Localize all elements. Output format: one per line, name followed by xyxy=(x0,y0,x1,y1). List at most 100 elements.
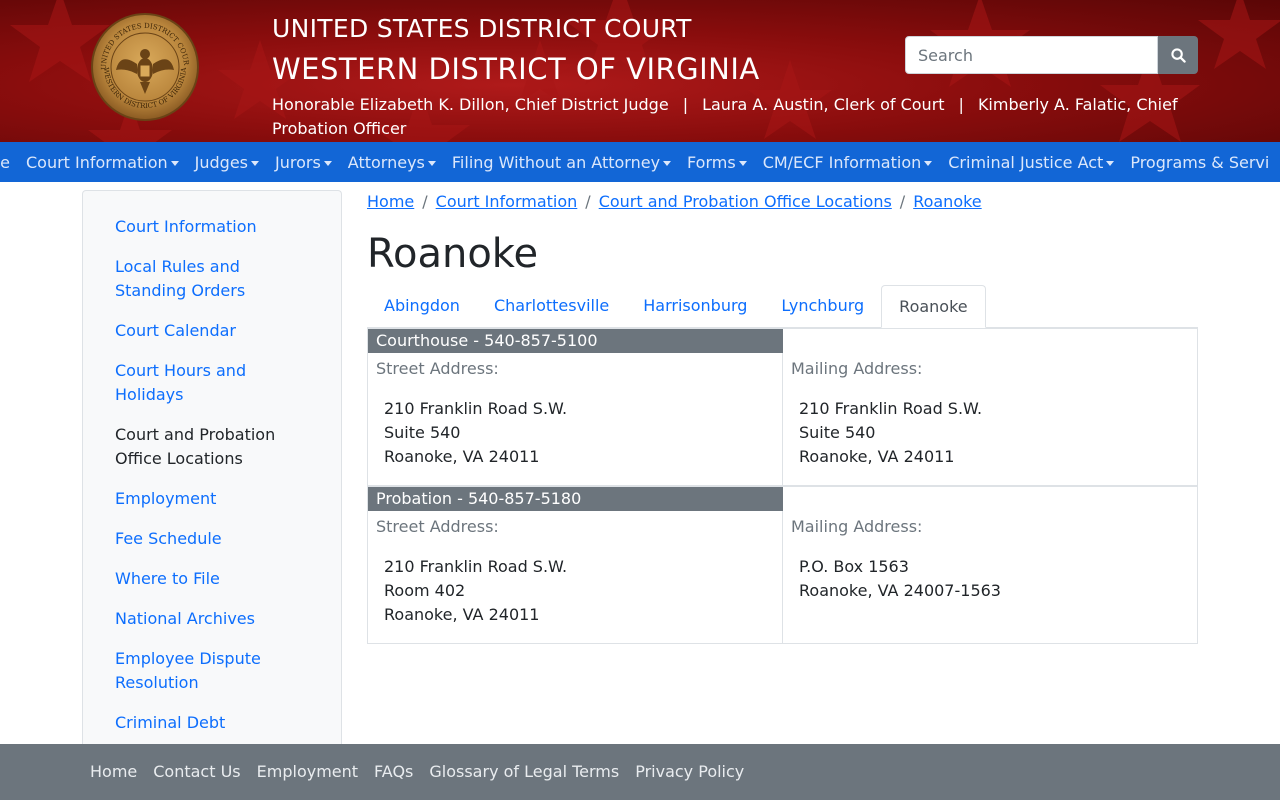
district-name: WESTERN DISTRICT OF VIRGINIA xyxy=(272,52,760,86)
sidebar-item-employee-dispute-resolution[interactable]: Employee Dispute Resolution xyxy=(115,647,315,695)
sidebar-item-where-to-file[interactable]: Where to File xyxy=(115,567,315,591)
address-line: Room 402 xyxy=(384,581,466,600)
nav-label: Attorneys xyxy=(347,152,425,172)
nav-item-jurors[interactable]: Jurors xyxy=(267,153,340,172)
court-name: UNITED STATES DISTRICT COURT xyxy=(272,14,692,43)
separator: | xyxy=(958,95,964,114)
tab-harrisonburg[interactable]: Harrisonburg xyxy=(626,285,764,327)
tab-lynchburg[interactable]: Lynchburg xyxy=(764,285,881,327)
street-address-panel: Courthouse - 540-857-5100 Street Address… xyxy=(368,329,783,485)
footer-link-privacy-policy[interactable]: Privacy Policy xyxy=(627,760,752,784)
office-card-probation: Probation - 540-857-5180 Street Address:… xyxy=(367,486,1198,644)
breadcrumb-court-information[interactable]: Court Information xyxy=(436,192,578,211)
footer-link-home[interactable]: Home xyxy=(82,760,145,784)
nav-label: CM/ECF Information xyxy=(762,152,922,172)
sidebar-item-criminal-debt[interactable]: Criminal Debt xyxy=(115,711,315,735)
site-footer: Home Contact Us Employment FAQs Glossary… xyxy=(0,744,1280,800)
street-address-panel: Probation - 540-857-5180 Street Address:… xyxy=(368,487,783,643)
mailing-address-label: Mailing Address: xyxy=(791,517,923,536)
breadcrumb-separator: / xyxy=(422,192,428,211)
tab-charlottesville[interactable]: Charlottesville xyxy=(477,285,626,327)
address-line: Suite 540 xyxy=(799,423,876,442)
address-line: 210 Franklin Road S.W. xyxy=(799,399,983,418)
address-line: Roanoke, VA 24011 xyxy=(384,605,540,624)
caret-down-icon xyxy=(170,160,179,166)
caret-down-icon xyxy=(663,160,672,166)
mailing-address: 210 Franklin Road S.W. Suite 540 Roanoke… xyxy=(799,397,982,469)
main-nav: ne Court Information Judges Jurors Attor… xyxy=(0,142,1280,182)
official-chief-judge: Honorable Elizabeth K. Dillon, Chief Dis… xyxy=(272,95,669,114)
nav-item-attorneys[interactable]: Attorneys xyxy=(340,153,444,172)
address-line: 210 Franklin Road S.W. xyxy=(384,557,568,576)
court-seal-icon: UNITED STATES DISTRICT COURT WESTERN DIS… xyxy=(90,12,199,121)
tab-abingdon[interactable]: Abingdon xyxy=(367,285,477,327)
address-line: Roanoke, VA 24011 xyxy=(384,447,540,466)
nav-label: Court Information xyxy=(25,152,168,172)
sidebar-item-national-archives[interactable]: National Archives xyxy=(115,607,315,631)
address-line: P.O. Box 1563 xyxy=(799,557,909,576)
location-tabs: Abingdon Charlottesville Harrisonburg Ly… xyxy=(367,285,1198,328)
sidebar-item-local-rules[interactable]: Local Rules and Standing Orders xyxy=(115,255,315,303)
search-button[interactable] xyxy=(1158,36,1198,74)
caret-down-icon xyxy=(251,160,259,166)
court-officials: Honorable Elizabeth K. Dillon, Chief Dis… xyxy=(272,93,1212,141)
nav-item-home[interactable]: ne xyxy=(0,153,18,172)
address-line: Suite 540 xyxy=(384,423,461,442)
footer-link-glossary[interactable]: Glossary of Legal Terms xyxy=(421,760,627,784)
street-address: 210 Franklin Road S.W. Room 402 Roanoke,… xyxy=(384,555,567,627)
mailing-address-panel: Mailing Address: P.O. Box 1563 Roanoke, … xyxy=(783,487,1197,643)
breadcrumb-roanoke[interactable]: Roanoke xyxy=(913,192,981,211)
footer-link-faqs[interactable]: FAQs xyxy=(366,760,421,784)
address-line: 210 Franklin Road S.W. xyxy=(384,399,568,418)
nav-label: Programs & Servi xyxy=(1130,152,1270,172)
footer-link-contact-us[interactable]: Contact Us xyxy=(145,760,248,784)
sidebar-item-court-information[interactable]: Court Information xyxy=(115,215,315,239)
street-address: 210 Franklin Road S.W. Suite 540 Roanoke… xyxy=(384,397,567,469)
search-input[interactable] xyxy=(905,36,1158,74)
address-line: Roanoke, VA 24007-1563 xyxy=(799,581,1001,600)
nav-item-forms[interactable]: Forms xyxy=(679,153,755,172)
mailing-address-label: Mailing Address: xyxy=(791,359,923,378)
site-header: UNITED STATES DISTRICT COURT WESTERN DIS… xyxy=(0,0,1280,142)
search-icon xyxy=(1170,47,1186,63)
nav-item-judges[interactable]: Judges xyxy=(187,153,267,172)
nav-label: Judges xyxy=(194,152,248,172)
caret-down-icon xyxy=(427,160,436,166)
footer-link-employment[interactable]: Employment xyxy=(249,760,366,784)
sidebar-item-employment[interactable]: Employment xyxy=(115,487,315,511)
street-address-label: Street Address: xyxy=(376,517,499,536)
sidebar: Court Information Local Rules and Standi… xyxy=(82,190,342,750)
search-form xyxy=(905,36,1198,74)
office-card-courthouse: Courthouse - 540-857-5100 Street Address… xyxy=(367,328,1198,486)
page-title: Roanoke xyxy=(367,231,539,277)
nav-item-programs-services[interactable]: Programs & Servi xyxy=(1122,153,1277,172)
nav-label: Filing Without an Attorney xyxy=(451,152,661,172)
address-line: Roanoke, VA 24011 xyxy=(799,447,955,466)
sidebar-item-office-locations[interactable]: Court and Probation Office Locations xyxy=(115,423,315,471)
office-heading: Probation - 540-857-5180 xyxy=(368,487,783,511)
sidebar-item-fee-schedule[interactable]: Fee Schedule xyxy=(115,527,315,551)
nav-item-criminal-justice-act[interactable]: Criminal Justice Act xyxy=(940,153,1122,172)
breadcrumb-home[interactable]: Home xyxy=(367,192,414,211)
mailing-address-panel: Mailing Address: 210 Franklin Road S.W. … xyxy=(783,329,1197,485)
mailing-address: P.O. Box 1563 Roanoke, VA 24007-1563 xyxy=(799,555,1001,603)
breadcrumb-separator: / xyxy=(899,192,906,211)
breadcrumb-office-locations[interactable]: Court and Probation Office Locations xyxy=(599,192,892,211)
nav-item-cmecf-information[interactable]: CM/ECF Information xyxy=(755,153,941,172)
separator: | xyxy=(682,95,689,114)
sidebar-item-court-calendar[interactable]: Court Calendar xyxy=(115,319,315,343)
nav-label: Forms xyxy=(687,152,736,172)
caret-down-icon xyxy=(1106,160,1115,166)
footer-links: Home Contact Us Employment FAQs Glossary… xyxy=(82,760,752,784)
tab-roanoke[interactable]: Roanoke xyxy=(881,285,986,328)
official-clerk: Laura A. Austin, Clerk of Court xyxy=(702,95,945,114)
breadcrumb-separator: / xyxy=(585,192,591,211)
nav-item-filing-without-attorney[interactable]: Filing Without an Attorney xyxy=(444,153,679,172)
nav-label: Criminal Justice Act xyxy=(948,152,1104,172)
caret-down-icon xyxy=(924,160,933,166)
caret-down-icon xyxy=(738,160,747,166)
nav-item-court-information[interactable]: Court Information xyxy=(18,153,187,172)
sidebar-item-court-hours[interactable]: Court Hours and Holidays xyxy=(115,359,315,407)
nav-label: ne xyxy=(0,152,10,172)
nav-label: Jurors xyxy=(275,152,321,172)
